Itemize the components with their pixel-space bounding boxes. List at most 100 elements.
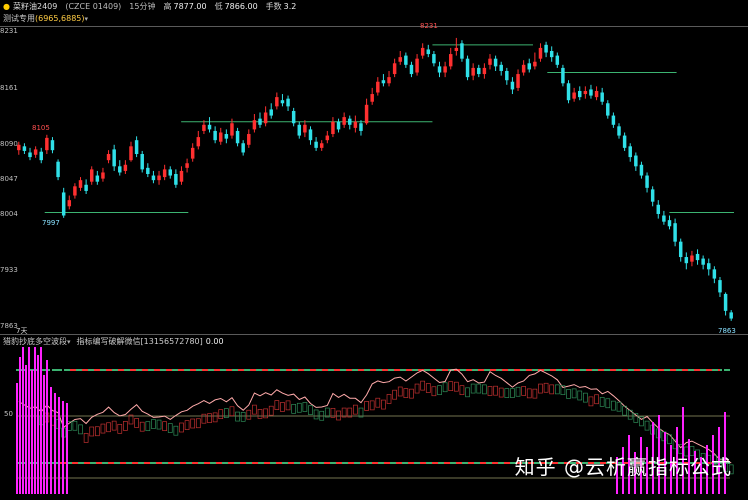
candle-body xyxy=(387,77,391,84)
candle-body xyxy=(622,135,627,148)
symbol-header: ● 菜籽油2409 (CZCE 01409) 15分钟高 7877.00 低 7866.00… xyxy=(0,1,304,13)
candle-body xyxy=(146,167,150,175)
high-value: 7877.00 xyxy=(173,2,207,11)
band-step xyxy=(78,424,83,435)
candle-body xyxy=(376,81,380,93)
band-step xyxy=(218,409,224,420)
band-step xyxy=(566,389,571,399)
band-step xyxy=(588,396,594,407)
main-indicator-name[interactable]: 测试专用 xyxy=(3,14,35,23)
candle-body xyxy=(690,255,694,262)
chevron-down-icon[interactable]: ▾ xyxy=(85,13,89,25)
candle-body xyxy=(477,67,481,75)
candle-body xyxy=(45,137,49,151)
candle-body xyxy=(611,115,616,125)
band-step xyxy=(397,386,403,397)
main-indicator-params: (6965,6885) xyxy=(35,14,85,23)
band-step xyxy=(369,400,375,411)
candle-body xyxy=(364,104,369,124)
band-step xyxy=(476,383,482,394)
band-step xyxy=(594,394,599,405)
band-step xyxy=(336,410,341,421)
band-step xyxy=(83,433,89,443)
band-step xyxy=(100,423,106,434)
candle-body xyxy=(437,66,442,73)
volume-bar xyxy=(37,355,39,494)
chart-stage: ● 菜籽油2409 (CZCE 01409) 15分钟高 7877.00 低 7866.00… xyxy=(0,0,748,500)
candle-body xyxy=(202,124,206,131)
price-label: 8231 xyxy=(0,27,18,35)
band-step xyxy=(538,383,543,394)
band-step xyxy=(89,426,95,437)
sub-indicator-name[interactable]: 猎豹抄底多空波段 xyxy=(3,337,67,346)
band-step xyxy=(381,399,386,410)
volume-bar xyxy=(40,347,42,494)
band-step xyxy=(274,400,280,410)
candle-body xyxy=(415,58,419,73)
candle-body xyxy=(538,47,543,59)
candle-body xyxy=(482,67,487,75)
candle-body xyxy=(297,124,302,136)
candle-body xyxy=(499,64,503,71)
candle-body xyxy=(409,64,414,75)
band-step xyxy=(392,389,397,400)
band-step xyxy=(577,390,583,401)
candle-body xyxy=(628,146,632,158)
candle-body xyxy=(314,141,318,148)
annotation-low-left: 7997 xyxy=(42,219,60,227)
band-step xyxy=(571,388,577,399)
band-step xyxy=(504,388,510,398)
candle-body xyxy=(359,123,363,131)
band-step xyxy=(554,384,560,395)
symbol-code: (CZCE 01409) xyxy=(65,2,122,11)
candle-body xyxy=(493,58,498,67)
sub-indicator-contact: [13156572780] xyxy=(140,337,203,346)
band-step xyxy=(487,386,493,396)
candle-body xyxy=(544,44,548,53)
candle-body xyxy=(89,169,94,182)
volume-bar xyxy=(16,383,18,494)
candle-body xyxy=(656,204,661,214)
sub-indicator-name2: 指标编写破解微信 xyxy=(76,337,141,346)
candle-body xyxy=(230,123,234,136)
candle-body xyxy=(252,120,257,130)
candle-body xyxy=(129,146,133,161)
candle-body xyxy=(336,121,341,130)
candle-body xyxy=(578,90,582,98)
volume-bar xyxy=(28,347,30,494)
symbol-marker-icon: ● xyxy=(3,2,10,11)
candle-body xyxy=(527,63,531,70)
candlestick-chart[interactable] xyxy=(0,27,748,335)
candle-body xyxy=(196,137,201,147)
candle-body xyxy=(56,161,60,178)
band-step xyxy=(263,408,268,419)
sub-indicator-value: 0.00 xyxy=(205,337,224,346)
band-step xyxy=(313,409,319,420)
period-selector[interactable]: 15分钟 xyxy=(129,2,155,11)
annotation-corner: 7天 xyxy=(16,327,28,335)
candle-body xyxy=(269,109,273,116)
candle-body xyxy=(510,81,515,90)
candle-body xyxy=(589,89,593,96)
candle-body xyxy=(707,263,711,270)
candle-body xyxy=(28,152,32,158)
band-step xyxy=(515,386,521,397)
candle-body xyxy=(219,132,223,142)
candle-body xyxy=(95,175,100,182)
candle-body xyxy=(454,47,459,51)
volume-bar xyxy=(58,397,60,494)
candle-body xyxy=(448,54,453,67)
candle-body xyxy=(667,220,672,227)
price-label: 8090 xyxy=(0,140,18,148)
candle-body xyxy=(426,49,431,55)
candle-body xyxy=(650,189,655,202)
band-step xyxy=(353,404,358,415)
candle-body xyxy=(583,90,588,95)
candle-body xyxy=(185,163,189,168)
candle-body xyxy=(488,58,492,65)
main-indicator-bar: 测试专用(6965,6885)▾ xyxy=(0,13,96,25)
symbol-name[interactable]: 菜籽油2409 xyxy=(13,2,57,11)
candle-body xyxy=(348,118,352,125)
candle-body xyxy=(471,67,475,76)
candle-body xyxy=(443,66,447,73)
